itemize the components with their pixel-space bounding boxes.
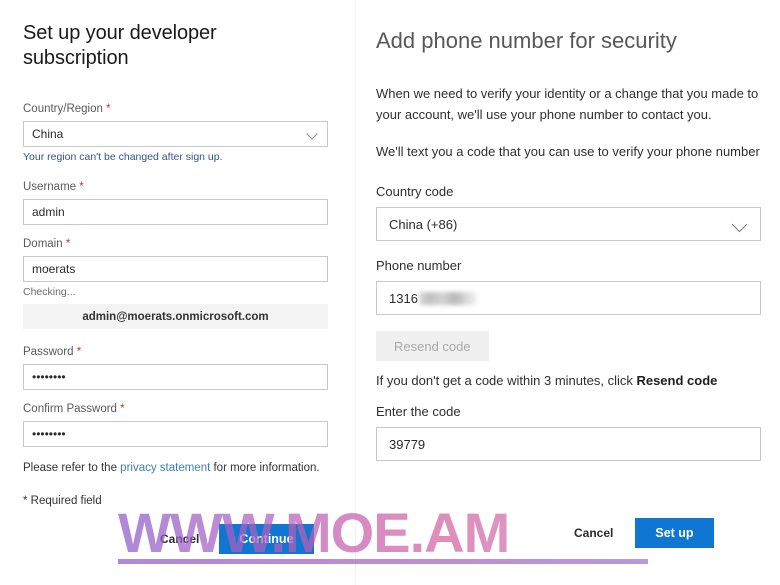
- add-phone-panel: Add phone number for security When we ne…: [356, 0, 780, 585]
- username-label-text: Username: [23, 181, 77, 193]
- page-title: Set up your developer subscription: [23, 22, 217, 69]
- resend-note-prefix: If you don't get a code within 3 minutes…: [376, 373, 637, 388]
- password-label: Password *: [23, 345, 328, 359]
- privacy-suffix: for more information.: [210, 462, 320, 474]
- cancel-button[interactable]: Cancel: [564, 520, 623, 546]
- resend-code-note: If you don't get a code within 3 minutes…: [376, 372, 761, 389]
- required-star: *: [79, 181, 84, 193]
- domain-input[interactable]: moerats: [23, 256, 328, 282]
- required-star: *: [76, 346, 82, 358]
- confirm-password-label: Confirm Password *: [23, 402, 328, 416]
- domain-label: Domain *: [23, 237, 328, 251]
- enter-code-label: Enter the code: [376, 404, 461, 419]
- required-field-note: * Required field: [23, 495, 102, 507]
- confirm-password-input[interactable]: ••••••••: [23, 421, 328, 447]
- confirm-password-value: ••••••••: [32, 427, 66, 441]
- country-code-select[interactable]: China (+86): [376, 207, 761, 241]
- chevron-down-icon: [732, 216, 748, 232]
- signup-page: Set up your developer subscription Count…: [0, 0, 780, 585]
- domain-label-text: Domain: [23, 238, 63, 250]
- chevron-down-icon: [307, 128, 319, 140]
- phone-panel-title: Add phone number for security: [376, 28, 677, 53]
- right-button-row: Cancel Set up: [564, 518, 714, 548]
- phone-number-label: Phone number: [376, 258, 462, 273]
- continue-button[interactable]: Continue: [219, 524, 314, 554]
- privacy-statement-link[interactable]: privacy statement: [120, 462, 210, 474]
- domain-status-text: Checking...: [23, 286, 76, 298]
- resend-note-emphasis: Resend code: [636, 373, 718, 388]
- privacy-statement-line: Please refer to the privacy statement fo…: [23, 461, 328, 476]
- country-code-label: Country code: [376, 184, 454, 199]
- phone-info-paragraph-1: When we need to verify your identity or …: [376, 86, 759, 122]
- country-region-helper: Your region can't be changed after sign …: [23, 151, 223, 163]
- cancel-button[interactable]: Cancel: [150, 526, 209, 552]
- left-form: Set up your developer subscription Count…: [23, 21, 328, 507]
- privacy-prefix: Please refer to the: [23, 462, 121, 474]
- country-region-label-text: Country/Region: [23, 103, 103, 115]
- confirm-password-label-text: Confirm Password: [23, 403, 117, 415]
- verification-code-value: 39779: [389, 436, 426, 452]
- country-code-value: China (+86): [389, 216, 458, 232]
- required-star: *: [120, 403, 125, 415]
- password-label-text: Password: [23, 346, 74, 358]
- username-input[interactable]: admin: [23, 199, 328, 225]
- phone-info-paragraph-2: We'll text you a code that you can use t…: [376, 144, 760, 159]
- username-label: Username *: [23, 180, 328, 194]
- country-region-value: China: [32, 127, 64, 141]
- set-up-button[interactable]: Set up: [635, 518, 714, 548]
- country-region-select[interactable]: China: [23, 121, 328, 147]
- username-value: admin: [32, 205, 65, 219]
- right-form: Add phone number for security When we ne…: [376, 27, 761, 461]
- domain-value: moerats: [32, 262, 76, 276]
- phone-number-redaction: [418, 291, 477, 305]
- developer-subscription-panel: Set up your developer subscription Count…: [0, 0, 355, 585]
- resend-code-button[interactable]: Resend code: [376, 331, 489, 361]
- phone-number-input[interactable]: 1316: [376, 281, 761, 315]
- country-region-label: Country/Region *: [23, 102, 328, 116]
- required-star: *: [65, 238, 71, 250]
- phone-number-visible-digits: 1316: [389, 290, 418, 306]
- left-button-row: Cancel Continue: [150, 524, 314, 554]
- phone-number-value: 1316: [389, 291, 477, 306]
- password-input[interactable]: ••••••••: [23, 364, 328, 390]
- password-value: ••••••••: [32, 370, 66, 384]
- resolved-email-preview: admin@moerats.onmicrosoft.com: [23, 304, 328, 329]
- verification-code-input[interactable]: 39779: [376, 427, 761, 461]
- required-star: *: [106, 103, 111, 115]
